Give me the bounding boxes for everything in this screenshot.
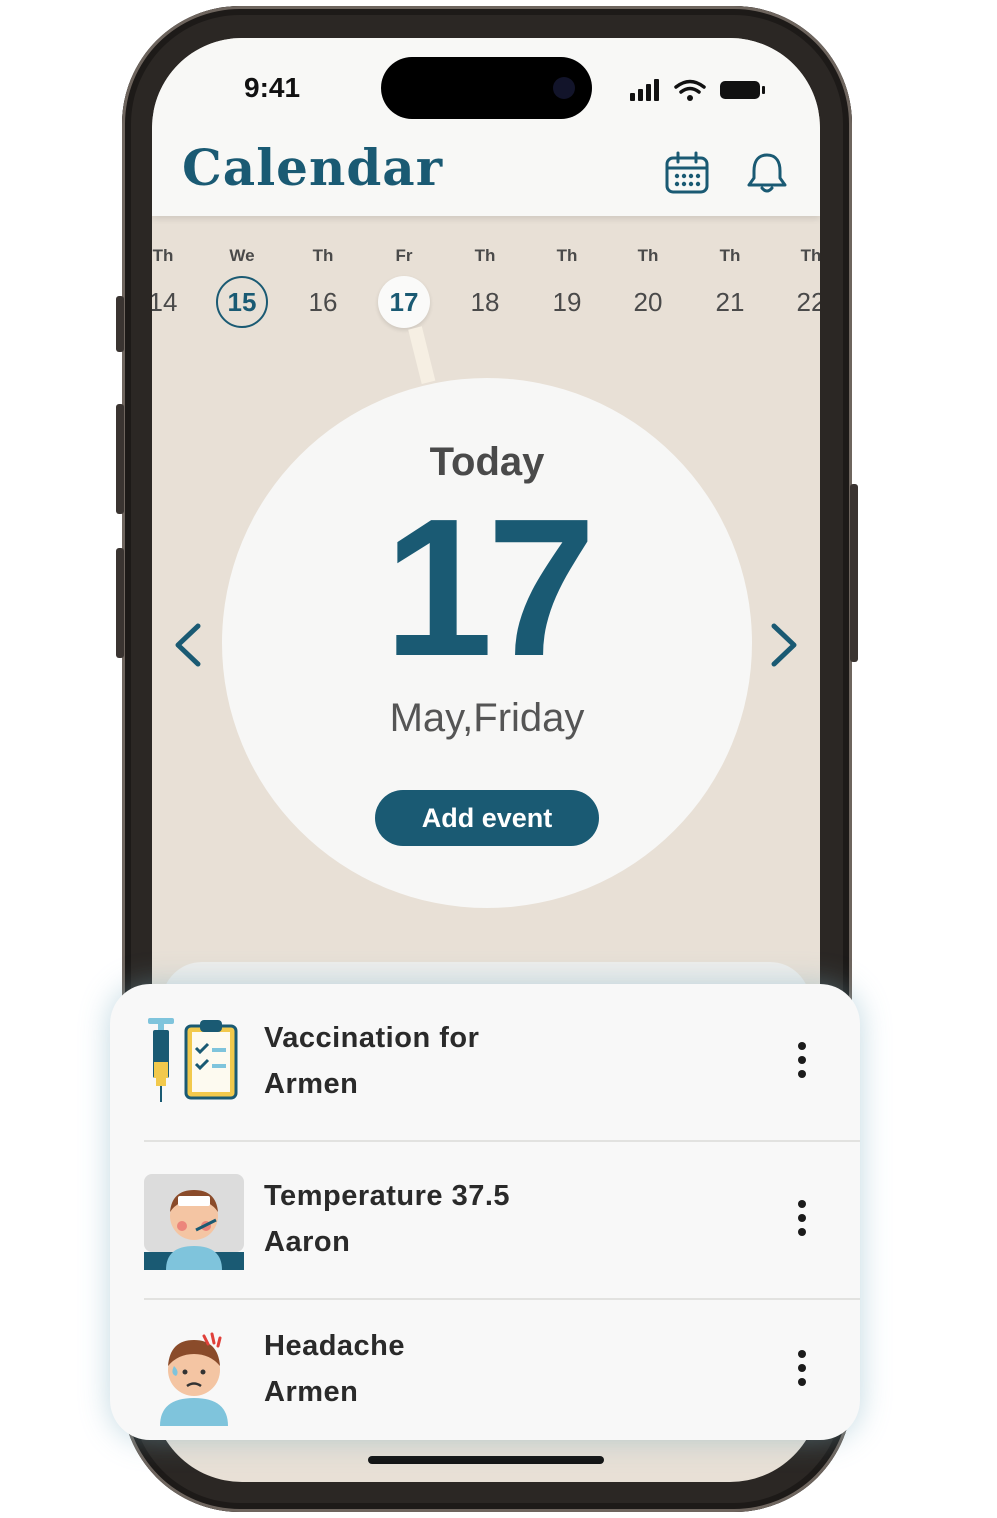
day-item[interactable]: Th 16: [288, 244, 358, 328]
sick-child-thermometer-icon: [144, 1174, 244, 1270]
event-person: Armen: [264, 1068, 359, 1100]
day-number: 21: [715, 287, 745, 317]
day-name: Th: [474, 246, 496, 265]
page-title: Calendar: [182, 138, 444, 197]
camera-icon: [553, 77, 575, 99]
event-title: Headache: [264, 1330, 406, 1362]
day-name: Th: [312, 246, 334, 265]
event-title: Vaccination for: [264, 1022, 480, 1054]
list-item[interactable]: Vaccination for Armen: [110, 984, 860, 1142]
more-options-icon[interactable]: [794, 1200, 810, 1240]
day-item-selected[interactable]: Fr 17: [369, 244, 439, 328]
day-number: 20: [633, 287, 663, 317]
day-name: Th: [800, 246, 820, 265]
day-name: Th: [556, 246, 578, 265]
today-day-number: 17: [383, 478, 596, 697]
dynamic-island: [381, 57, 592, 119]
vaccination-checklist-icon: [148, 1018, 238, 1102]
status-icons: [630, 79, 765, 101]
day-number: 19: [552, 287, 582, 317]
event-title: Temperature 37.5: [264, 1180, 511, 1212]
day-name: Fr: [395, 246, 413, 265]
phone-action-button: [116, 296, 124, 352]
bell-icon[interactable]: [744, 150, 790, 196]
more-options-icon[interactable]: [794, 1042, 810, 1082]
day-item[interactable]: Th 22: [776, 244, 820, 328]
day-item[interactable]: Th 20: [613, 244, 683, 328]
day-item[interactable]: Th 19: [532, 244, 602, 328]
events-list: Vaccination for Armen Temperature 37.5 A…: [110, 984, 860, 1440]
day-item[interactable]: We 15: [207, 244, 277, 328]
selected-day-connector: [408, 326, 436, 385]
day-item[interactable]: Th 21: [695, 244, 765, 328]
day-number-marked: 15: [216, 276, 268, 328]
event-person: Armen: [264, 1376, 359, 1408]
day-number: 16: [308, 287, 338, 317]
list-item[interactable]: Headache Armen: [110, 1300, 860, 1458]
day-number: 18: [470, 287, 500, 317]
list-item[interactable]: Temperature 37.5 Aaron: [110, 1142, 860, 1300]
wifi-icon: [674, 79, 706, 94]
day-name: Th: [152, 246, 174, 265]
chevron-left-icon[interactable]: [168, 620, 208, 670]
today-date-subtitle: May,Friday: [389, 696, 585, 740]
phone-volume-down-button: [116, 548, 124, 658]
phone-volume-up-button: [116, 404, 124, 514]
child-headache-icon: [160, 1332, 228, 1426]
today-panel: Today 17 May,Friday Add event: [222, 378, 752, 908]
phone-power-button: [850, 484, 858, 662]
calendar-icon[interactable]: [664, 150, 710, 196]
day-number: 22: [796, 287, 820, 317]
signal-icon: [630, 79, 659, 101]
day-item[interactable]: Th 18: [450, 244, 520, 328]
day-name: Th: [719, 246, 741, 265]
battery-icon: [720, 81, 765, 99]
header: 9:41 Calendar: [152, 38, 820, 216]
day-item[interactable]: Th 14: [152, 244, 198, 328]
add-event-button[interactable]: Add event: [375, 790, 599, 846]
day-number: 14: [152, 287, 178, 317]
chevron-right-icon[interactable]: [764, 620, 804, 670]
event-person: Aaron: [264, 1226, 351, 1258]
day-name: We: [229, 246, 255, 265]
more-options-icon[interactable]: [794, 1350, 810, 1390]
day-number-selected: 17: [378, 276, 430, 328]
status-time: 9:41: [244, 72, 301, 103]
day-name: Th: [637, 246, 659, 265]
